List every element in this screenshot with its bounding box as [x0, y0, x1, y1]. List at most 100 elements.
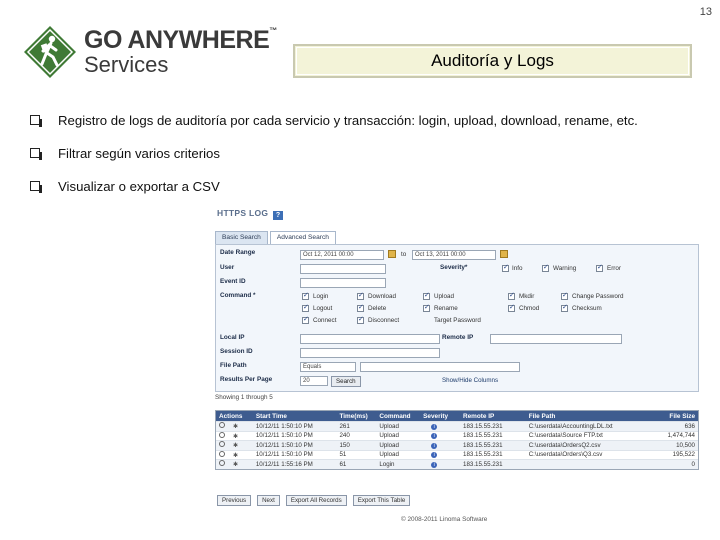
view-icon[interactable] — [219, 450, 225, 457]
cmd-label: Chmod — [519, 305, 540, 312]
cmd-label: Download — [368, 293, 397, 300]
cmd-rename-checkbox[interactable] — [423, 303, 430, 312]
col-header[interactable]: File Size — [646, 413, 698, 420]
search-button[interactable]: Search — [331, 376, 361, 387]
gear-icon[interactable]: ✱ — [233, 423, 238, 430]
gear-icon[interactable]: ✱ — [233, 433, 238, 440]
date-to-input[interactable]: Oct 13, 2011 00:00 — [412, 250, 496, 260]
user-label: User — [220, 264, 235, 271]
export-this-table-button[interactable]: Export This Table — [352, 495, 411, 506]
file-path-operator-select[interactable]: Equals — [300, 362, 356, 372]
gear-icon[interactable]: ✱ — [233, 452, 238, 459]
row-actions[interactable]: ✱ — [216, 450, 253, 459]
row-actions[interactable]: ✱ — [216, 460, 253, 468]
results-per-page-select[interactable]: 20 — [300, 376, 328, 386]
cmd-checksum-checkbox[interactable] — [561, 303, 568, 312]
cmd-label: Delete — [368, 305, 387, 312]
table-cell: 10,500 — [676, 441, 695, 449]
date-from-input[interactable]: Oct 12, 2011 00:00 — [300, 250, 384, 260]
cmd-label: Checksum — [572, 305, 602, 312]
severity-info-checkbox[interactable] — [502, 263, 509, 272]
logo-tm: ™ — [269, 26, 277, 35]
table-cell: 183.15.55.231 — [463, 432, 503, 440]
show-hide-columns-link[interactable]: Show/Hide Columns — [442, 377, 498, 384]
col-header[interactable]: File Path — [526, 413, 646, 420]
go-anywhere-logo: GO ANYWHERE™ Services — [22, 24, 282, 80]
cmd-download-checkbox[interactable] — [357, 291, 364, 300]
gear-icon[interactable]: ✱ — [233, 461, 238, 468]
cmd-mkdir-checkbox[interactable] — [508, 291, 515, 300]
severity-warning-checkbox[interactable] — [542, 263, 549, 272]
table-row[interactable]: ✱ 10/12/11 1:55:16 PM 61 Login i 183.15.55.23… — [216, 459, 698, 469]
col-header[interactable]: Time(ms) — [336, 413, 376, 420]
bullet-text: Visualizar o exportar a CSV — [58, 179, 220, 194]
slide-title: Auditoría y Logs — [431, 51, 554, 70]
help-icon[interactable]: ? — [273, 211, 283, 220]
results-per-page-label: Results Per Page — [220, 376, 273, 383]
severity-error-label: Error — [607, 265, 621, 272]
table-row[interactable]: ✱ 10/12/11 1:50:10 PM 51 Upload i 183.15.55.2… — [216, 449, 698, 460]
export-all-records-button[interactable]: Export All Records — [285, 495, 347, 506]
row-actions[interactable]: ✱ — [216, 431, 253, 440]
next-button[interactable]: Next — [257, 495, 280, 506]
row-actions[interactable]: ✱ — [216, 422, 253, 430]
tab-basic-search[interactable]: Basic Search — [215, 231, 268, 245]
severity-info-label: Info — [512, 265, 523, 272]
bullet-square-icon — [30, 148, 42, 160]
slide-title-box: Auditoría y Logs — [293, 44, 692, 78]
table-cell: C:\userdata\Source FTP.txt — [528, 432, 603, 440]
view-icon[interactable] — [219, 431, 225, 438]
table-cell: 636 — [684, 422, 695, 430]
tab-advanced-search[interactable]: Advanced Search — [269, 231, 336, 245]
table-cell: 183.15.55.231 — [463, 441, 503, 449]
col-header[interactable]: Severity — [420, 413, 460, 420]
col-header[interactable]: Start Time — [253, 413, 337, 420]
cmd-connect-checkbox[interactable] — [302, 315, 309, 324]
severity-info-icon: i — [420, 451, 460, 459]
calendar-icon[interactable] — [388, 250, 396, 258]
col-header[interactable]: Remote IP — [460, 413, 526, 420]
table-cell: 183.15.55.231 — [463, 422, 503, 430]
table-cell: C:\userdata\Orders\Q3.csv — [528, 451, 603, 459]
cmd-logout-checkbox[interactable] — [302, 303, 309, 312]
local-ip-input[interactable] — [300, 334, 440, 344]
gear-icon[interactable]: ✱ — [233, 442, 238, 449]
local-ip-label: Local IP — [220, 334, 245, 341]
remote-ip-label: Remote IP — [442, 334, 474, 341]
cmd-label: Logout — [313, 305, 333, 312]
session-id-input[interactable] — [300, 348, 440, 358]
calendar-icon[interactable] — [500, 250, 508, 258]
bullet-text: Filtrar según varios criterios — [58, 146, 220, 161]
previous-button[interactable]: Previous — [217, 495, 252, 506]
table-cell: 195,522 — [672, 451, 695, 459]
row-actions[interactable]: ✱ — [216, 441, 253, 449]
cmd-label: Mkdir — [519, 293, 535, 300]
cmd-disconnect-checkbox[interactable] — [357, 315, 364, 324]
view-icon[interactable] — [219, 441, 225, 448]
bullet-text: Registro de logs de auditoría por cada s… — [58, 113, 638, 128]
view-icon[interactable] — [219, 460, 225, 467]
cmd-login-checkbox[interactable] — [302, 291, 309, 300]
table-row[interactable]: ✱ 10/12/11 1:50:10 PM 261 Upload i 183.15.55.… — [216, 421, 698, 431]
table-row[interactable]: ✱ 10/12/11 1:50:10 PM 150 Upload i 183.15.55.… — [216, 440, 698, 450]
file-path-input[interactable] — [360, 362, 520, 372]
logo-line2: Services — [84, 52, 169, 77]
user-input[interactable] — [300, 264, 386, 274]
table-cell: 10/12/11 1:50:10 PM — [255, 432, 313, 440]
cmd-chmod-checkbox[interactable] — [508, 303, 515, 312]
cmd-change-password-checkbox[interactable] — [561, 291, 568, 300]
col-header[interactable]: Actions — [216, 413, 253, 420]
cmd-label: Target Password — [434, 317, 481, 324]
remote-ip-input[interactable] — [490, 334, 622, 344]
view-icon[interactable] — [219, 422, 225, 429]
severity-error-checkbox[interactable] — [596, 263, 603, 272]
col-header[interactable]: Command — [376, 413, 420, 420]
table-row[interactable]: ✱ 10/12/11 1:50:10 PM 240 Upload i 183.15.55.… — [216, 430, 698, 441]
cmd-delete-checkbox[interactable] — [357, 303, 364, 312]
to-label: to — [401, 251, 407, 258]
cmd-upload-checkbox[interactable] — [423, 291, 430, 300]
advanced-search-panel: Date Range Oct 12, 2011 00:00 to Oct 13,… — [215, 244, 699, 392]
event-id-input[interactable] — [300, 278, 386, 288]
bullet-item: Filtrar según varios criterios — [28, 145, 638, 178]
table-cell: Login — [379, 460, 395, 468]
